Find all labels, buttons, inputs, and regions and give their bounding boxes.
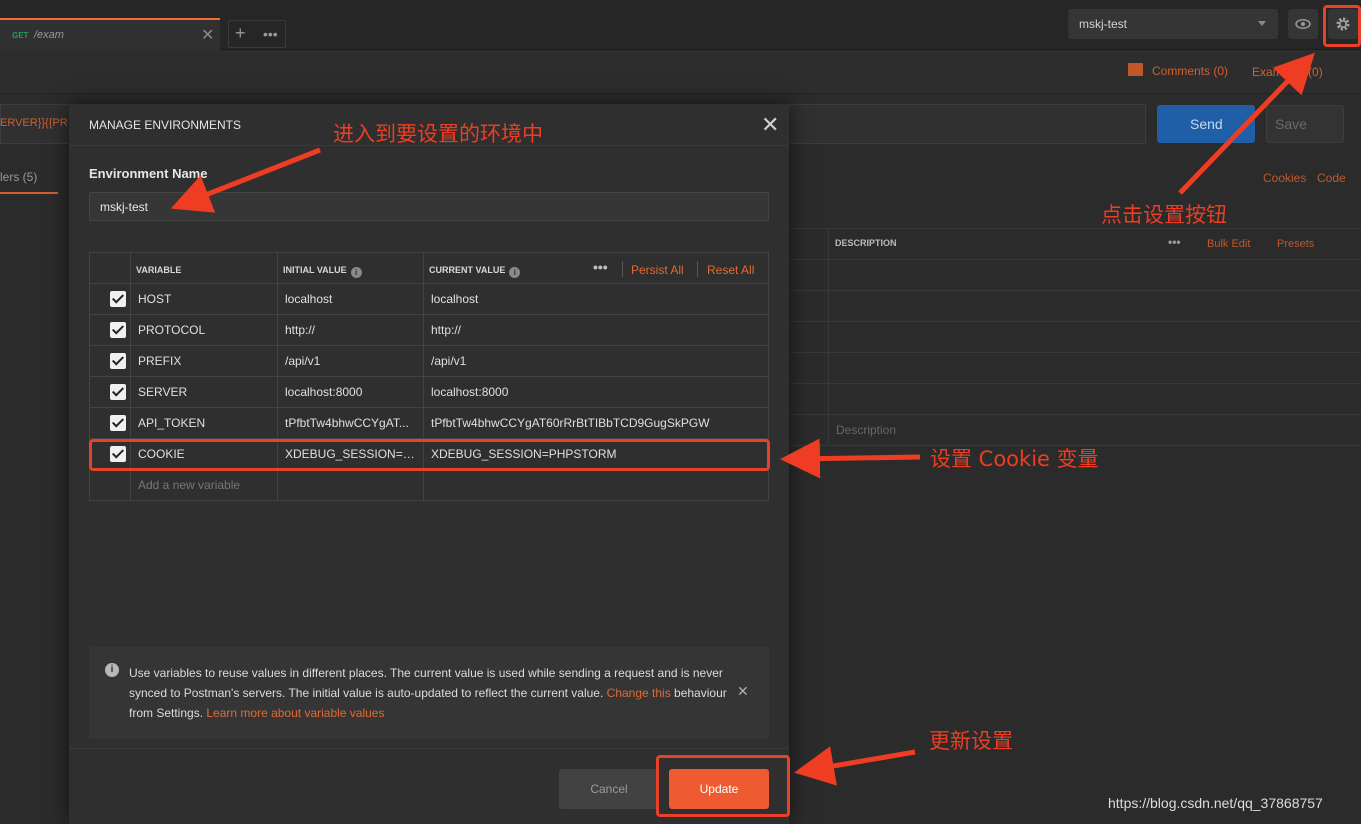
annotation-enter-env: 进入到要设置的环境中 xyxy=(333,122,543,146)
watermark: https://blog.csdn.net/qq_37868757 xyxy=(1108,795,1323,811)
arrow-to-settings xyxy=(1178,52,1315,195)
annotation-click-settings: 点击设置按钮 xyxy=(1101,203,1227,227)
arrow-to-env-name xyxy=(170,147,321,213)
arrow-to-update xyxy=(794,746,916,786)
annotation-arrows xyxy=(170,52,1315,786)
arrow-to-cookie-row xyxy=(780,438,921,479)
annotation-set-cookie: 设置 Cookie 变量 xyxy=(930,447,1099,471)
annotation-update-settings: 更新设置 xyxy=(929,729,1013,753)
